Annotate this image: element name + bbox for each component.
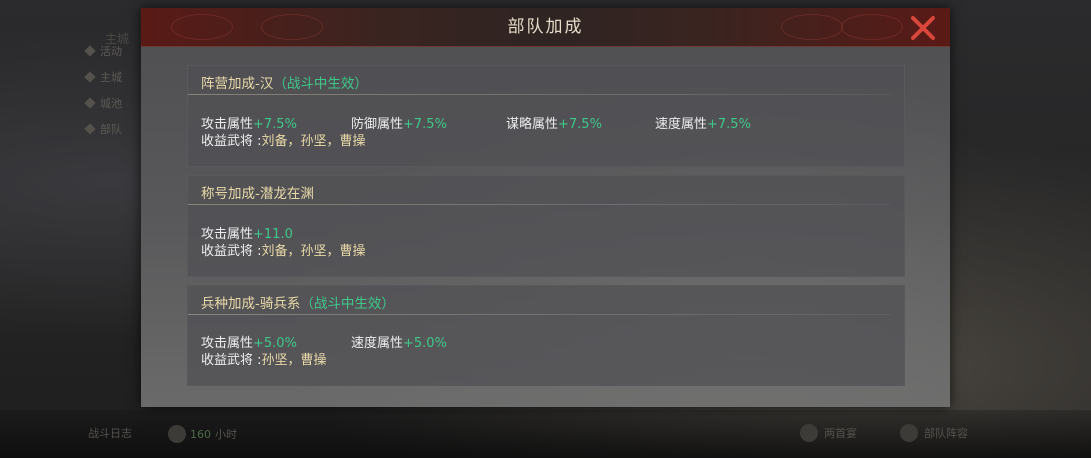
clock-icon	[168, 425, 186, 443]
bg-battle-log: 战斗日志	[88, 427, 132, 440]
diamond-icon	[84, 123, 96, 135]
bg-button-1: 两首宴	[800, 424, 857, 442]
bg-sidebar-item: 部队	[78, 118, 140, 140]
section-title: 兵种加成-骑兵系	[201, 296, 301, 312]
diamond-icon	[84, 71, 96, 83]
beneficiary-heroes: 收益武将 :刘备，孙坚，曹操	[201, 134, 366, 149]
troop-bonus-dialog: 部队加成 阵营加成-汉（战斗中生效） 攻击属性+7.5% 防御属性+7.5% 谋…	[141, 8, 950, 407]
attr-speed: 速度属性+7.5%	[655, 117, 751, 132]
beneficiary-heroes: 收益武将 :刘备，孙坚，曹操	[201, 244, 366, 259]
close-button[interactable]	[907, 14, 939, 42]
effect-note: （战斗中生效）	[273, 76, 368, 92]
close-x-icon[interactable]	[907, 14, 939, 42]
bg-sidebar-item: 城池	[78, 92, 140, 114]
section-header: 阵营加成-汉（战斗中生效）	[201, 72, 368, 92]
section-header: 兵种加成-骑兵系（战斗中生效）	[201, 292, 395, 312]
dialog-title: 部队加成	[507, 17, 584, 37]
diamond-icon	[84, 45, 96, 57]
bg-timer: 160 小时	[168, 425, 237, 443]
beneficiary-heroes: 收益武将 :孙坚，曹操	[201, 353, 327, 368]
bonus-section-troop-type: 兵种加成-骑兵系（战斗中生效） 攻击属性+5.0% 速度属性+5.0% 收益武将…	[187, 285, 905, 386]
section-title: 阵营加成-汉	[201, 76, 274, 92]
bg-sidebar-item: 主城	[78, 66, 140, 88]
section-title: 称号加成-潜龙在渊	[201, 186, 314, 202]
diamond-icon	[84, 97, 96, 109]
feast-icon	[800, 424, 818, 442]
bonus-section-title: 称号加成-潜龙在渊 攻击属性+11.0 收益武将 :刘备，孙坚，曹操	[187, 175, 905, 277]
attr-strategy: 谋略属性+7.5%	[506, 117, 602, 132]
section-header: 称号加成-潜龙在渊	[201, 182, 314, 202]
divider	[188, 314, 890, 315]
bg-sidebar-item: 活动	[78, 40, 140, 62]
attr-speed: 速度属性+5.0%	[351, 336, 447, 351]
bg-sidebar: 活动 主城 城池 部队	[78, 40, 140, 150]
bonus-section-faction: 阵营加成-汉（战斗中生效） 攻击属性+7.5% 防御属性+7.5% 谋略属性+7…	[187, 65, 905, 167]
divider	[188, 94, 890, 95]
formation-icon	[900, 424, 918, 442]
effect-note: （战斗中生效）	[300, 296, 395, 312]
bg-button-2: 部队阵容	[900, 424, 968, 442]
divider	[188, 204, 890, 205]
